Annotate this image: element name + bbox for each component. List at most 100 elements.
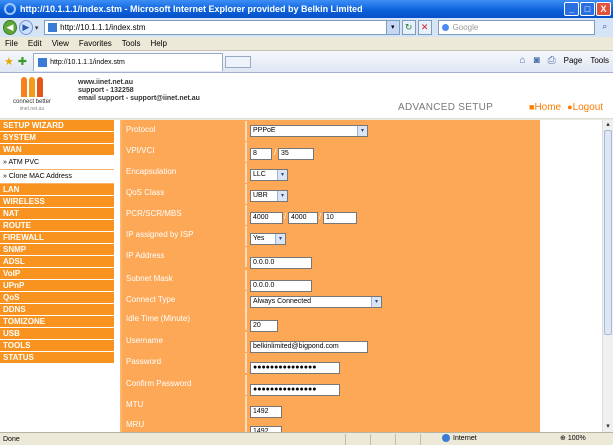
idle-time-label: Idle Time (Minute)	[126, 314, 191, 323]
nav-status[interactable]: STATUS	[0, 352, 114, 364]
contact-info: www.iinet.net.au support - 132258 email …	[78, 79, 200, 103]
confirm-password-input[interactable]: ●●●●●●●●●●●●●●●	[250, 384, 340, 396]
search-icon[interactable]: ⌕	[597, 20, 613, 35]
vertical-scrollbar[interactable]: ▴ ▾	[602, 120, 613, 432]
pcr-input[interactable]: 4000	[250, 212, 283, 224]
nav-tools[interactable]: TOOLS	[0, 340, 114, 352]
vpi-vci-separator: /	[274, 148, 277, 157]
row-encapsulation: Encapsulation LLC ▾	[122, 163, 542, 183]
forward-button[interactable]: ▶	[18, 20, 33, 35]
nav-qos[interactable]: QoS	[0, 292, 114, 304]
favorites-star-icon[interactable]: ★	[4, 55, 14, 68]
username-input[interactable]: belkinlimited@bigpond.com	[250, 341, 368, 353]
menu-favorites[interactable]: Favorites	[79, 39, 112, 48]
nav-upnp[interactable]: UPnP	[0, 280, 114, 292]
refresh-button[interactable]: ↻	[401, 20, 416, 35]
row-protocol: Protocol PPPoE ▾	[122, 121, 542, 141]
wan-settings-form: Protocol PPPoE ▾ VPI/VCI 8 / 35 Encapsul…	[120, 120, 542, 438]
mbs-input[interactable]: 10	[323, 212, 357, 224]
scr-input[interactable]: 4000	[288, 212, 318, 224]
contact-email: email support - support@iinet.net.au	[78, 95, 200, 102]
nav-atm-pvc[interactable]: » ATM PVC	[0, 156, 114, 170]
window-title: http://10.1.1.1/index.stm - Microsoft In…	[20, 4, 363, 14]
zone-label: Internet	[453, 434, 477, 442]
history-dropdown-icon[interactable]: ▾	[35, 24, 42, 32]
feeds-icon[interactable]: ◙	[534, 55, 540, 66]
status-text: Done	[3, 435, 20, 443]
row-mtu: MTU 1492	[122, 396, 542, 418]
password-input[interactable]: ●●●●●●●●●●●●●●●	[250, 362, 340, 374]
menu-tools[interactable]: Tools	[122, 39, 141, 48]
row-qos-class: QoS Class UBR ▾	[122, 184, 542, 204]
advanced-setup-title: ADVANCED SETUP	[398, 102, 494, 113]
home-icon[interactable]: ⌂	[520, 55, 526, 66]
print-icon[interactable]: ⎙	[548, 55, 556, 66]
nav-route[interactable]: ROUTE	[0, 220, 114, 232]
security-zone: Internet	[442, 434, 477, 442]
zoom-icon: ⊕	[560, 435, 568, 442]
browser-tab[interactable]: http://10.1.1.1/index.stm	[33, 52, 224, 71]
protocol-select[interactable]: PPPoE ▾	[250, 125, 368, 137]
new-tab-button[interactable]	[225, 55, 252, 68]
idle-time-input[interactable]: 20	[250, 320, 278, 332]
menu-edit[interactable]: Edit	[28, 39, 42, 48]
nav-setup-wizard[interactable]: SETUP WIZARD	[0, 120, 114, 132]
nav-snmp[interactable]: SNMP	[0, 244, 114, 256]
tools-menu[interactable]: Tools	[590, 56, 609, 65]
ip-address-label: IP Address	[126, 251, 165, 260]
zoom-control[interactable]: ⊕ 100%	[560, 434, 586, 442]
search-input[interactable]: Google	[437, 20, 595, 35]
nav-firewall[interactable]: FIREWALL	[0, 232, 114, 244]
chevron-down-icon: ▾	[371, 297, 381, 307]
vpi-vci-label: VPI/VCI	[126, 146, 155, 155]
tab-page-icon	[38, 57, 48, 67]
encapsulation-label: Encapsulation	[126, 167, 177, 176]
address-url: http://10.1.1.1/index.stm	[60, 23, 146, 32]
maximize-button[interactable]: □	[580, 2, 595, 16]
stop-button[interactable]: ✕	[417, 20, 432, 35]
address-bar[interactable]: http://10.1.1.1/index.stm ▾	[44, 20, 400, 35]
menu-file[interactable]: File	[5, 39, 18, 48]
contact-website: www.iinet.net.au	[78, 79, 133, 86]
row-pcr-scr-mbs: PCR/SCR/MBS 4000 / 4000 / 10	[122, 205, 542, 225]
back-button[interactable]: ◀	[3, 20, 17, 35]
nav-clone-mac[interactable]: » Clone MAC Address	[0, 170, 114, 184]
protocol-value: PPPoE	[253, 127, 276, 134]
nav-adsl[interactable]: ADSL	[0, 256, 114, 268]
nav-usb[interactable]: USB	[0, 328, 114, 340]
ip-address-input[interactable]: 0.0.0.0	[250, 257, 312, 269]
nav-wireless[interactable]: WIRELESS	[0, 196, 114, 208]
page-header: connect better iinet.net.au www.iinet.ne…	[0, 73, 613, 119]
qos-class-label: QoS Class	[126, 188, 165, 197]
menu-view[interactable]: View	[52, 39, 69, 48]
page-menu[interactable]: Page	[564, 56, 583, 65]
home-link[interactable]: Home	[534, 102, 561, 113]
add-favorite-icon[interactable]: ✚	[18, 55, 27, 68]
title-bar: http://10.1.1.1/index.stm - Microsoft In…	[0, 0, 613, 18]
encapsulation-select[interactable]: LLC ▾	[250, 169, 288, 181]
scroll-down-icon[interactable]: ▾	[603, 422, 613, 432]
close-button[interactable]: X	[596, 2, 611, 16]
nav-wan[interactable]: WAN	[0, 144, 114, 156]
address-dropdown-icon[interactable]: ▾	[385, 21, 399, 34]
scroll-up-icon[interactable]: ▴	[603, 120, 613, 130]
nav-tomizone[interactable]: TOMIZONE	[0, 316, 114, 328]
scroll-thumb[interactable]	[604, 130, 612, 335]
nav-lan[interactable]: LAN	[0, 184, 114, 196]
username-label: Username	[126, 336, 163, 345]
ip-assigned-select[interactable]: Yes ▾	[250, 233, 286, 245]
logout-link[interactable]: Logout	[573, 102, 604, 113]
scr-mbs-separator: /	[319, 212, 322, 221]
menu-help[interactable]: Help	[150, 39, 166, 48]
connect-type-label: Connect Type	[126, 295, 176, 304]
nav-system[interactable]: SYSTEM	[0, 132, 114, 144]
nav-ddns[interactable]: DDNS	[0, 304, 114, 316]
vpi-input[interactable]: 8	[250, 148, 272, 160]
nav-nat[interactable]: NAT	[0, 208, 114, 220]
row-connect-type: Connect Type Always Connected ▾	[122, 291, 542, 311]
connect-type-select[interactable]: Always Connected ▾	[250, 296, 382, 308]
minimize-button[interactable]: _	[564, 2, 579, 16]
qos-class-select[interactable]: UBR ▾	[250, 190, 288, 202]
nav-voip[interactable]: VoIP	[0, 268, 114, 280]
vci-input[interactable]: 35	[278, 148, 314, 160]
